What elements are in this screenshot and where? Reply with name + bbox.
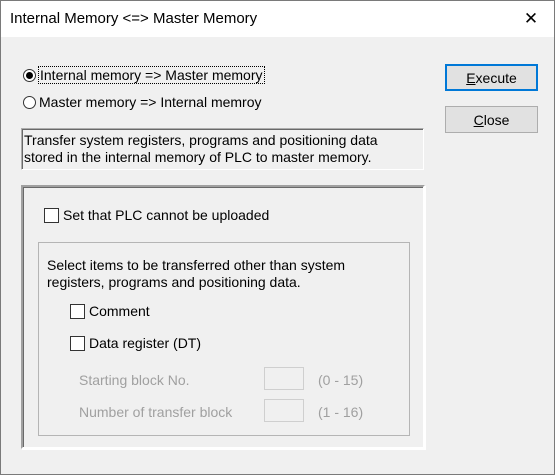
radio-internal-to-master[interactable]: Internal memory => Master memory xyxy=(23,66,265,84)
radio-master-to-internal[interactable]: Master memory => Internal memroy xyxy=(23,94,262,110)
window-title: Internal Memory <=> Master Memory xyxy=(10,10,258,27)
transfer-blocks-label: Number of transfer block xyxy=(79,404,233,420)
data-register-checkbox-row[interactable]: Data register (DT) xyxy=(70,335,201,351)
radio-internal-to-master-label: Internal memory => Master memory xyxy=(38,66,265,84)
transfer-blocks-range: (1 - 16) xyxy=(318,404,364,420)
starting-block-range: (0 - 15) xyxy=(318,372,364,388)
comment-checkbox-row[interactable]: Comment xyxy=(70,303,150,319)
transfer-items-note: Select items to be transferred other tha… xyxy=(47,257,346,290)
comment-label: Comment xyxy=(89,303,150,319)
radio-master-to-internal-label: Master memory => Internal memroy xyxy=(39,94,262,110)
execute-button[interactable]: Execute xyxy=(445,64,538,91)
starting-block-label: Starting block No. xyxy=(79,372,190,388)
close-button-label: Close xyxy=(473,111,510,128)
upload-protect-checkbox[interactable] xyxy=(44,207,59,223)
close-button[interactable]: Close xyxy=(445,106,538,133)
close-window-button[interactable]: ✕ xyxy=(508,1,554,37)
dialog-window: Internal Memory <=> Master Memory ✕ Inte… xyxy=(0,0,555,475)
data-register-label: Data register (DT) xyxy=(89,335,202,351)
radio-selected-icon[interactable] xyxy=(23,68,36,82)
transfer-blocks-input[interactable] xyxy=(264,399,304,422)
comment-checkbox[interactable] xyxy=(70,303,85,319)
title-bar[interactable]: Internal Memory <=> Master Memory ✕ xyxy=(1,1,554,37)
upload-protect-label: Set that PLC cannot be uploaded xyxy=(63,207,270,223)
upload-protect-checkbox-row[interactable]: Set that PLC cannot be uploaded xyxy=(44,207,269,223)
starting-block-input[interactable] xyxy=(264,367,304,390)
description-box: Transfer system registers, programs and … xyxy=(21,128,424,170)
close-icon: ✕ xyxy=(523,9,539,28)
execute-button-label: Execute xyxy=(466,69,517,86)
radio-unselected-icon[interactable] xyxy=(23,95,36,109)
data-register-checkbox[interactable] xyxy=(70,335,85,351)
